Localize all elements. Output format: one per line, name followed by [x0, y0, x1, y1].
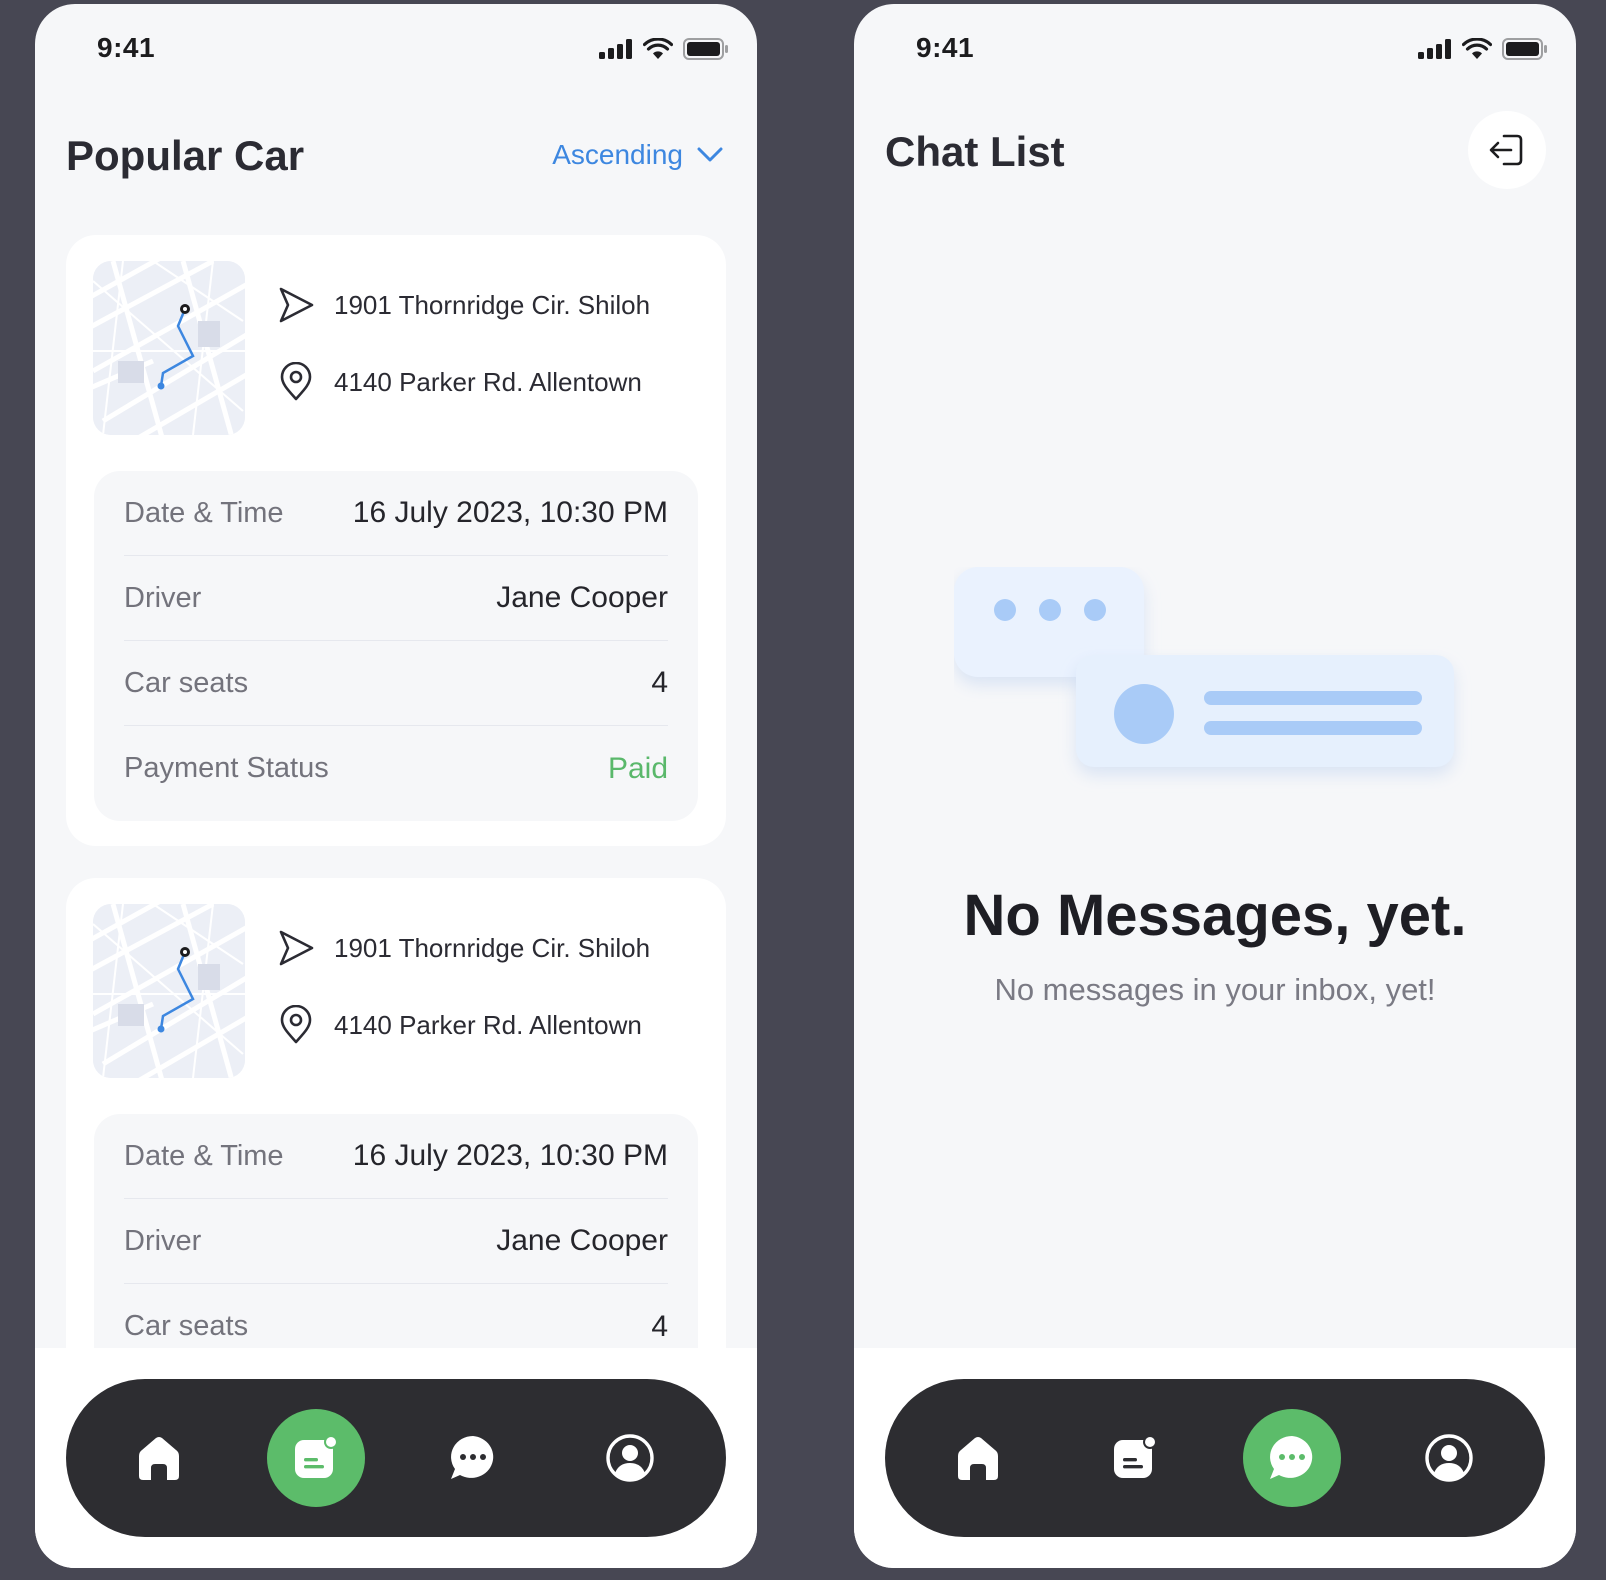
nav-home[interactable] — [110, 1409, 208, 1507]
detail-value: 16 July 2023, 10:30 PM — [352, 496, 668, 529]
wifi-icon — [1462, 38, 1492, 59]
origin-address: 1901 Thornridge Cir. Shiloh — [334, 932, 651, 963]
route: 1901 Thornridge Cir. Shiloh 4140 Parker … — [276, 285, 650, 402]
orders-icon — [1114, 1435, 1157, 1478]
detail-label: Car seats — [124, 666, 249, 699]
detail-row-driver: Driver Jane Cooper — [124, 1199, 668, 1284]
status-bar: 9:41 — [854, 4, 1576, 94]
sort-dropdown[interactable]: Ascending — [552, 139, 723, 171]
nav-orders[interactable] — [1086, 1409, 1184, 1507]
route-destination: 4140 Parker Rd. Allentown — [276, 362, 650, 402]
detail-row-seats: Car seats 4 — [124, 641, 668, 726]
detail-label: Driver — [124, 581, 202, 614]
status-bar: 9:41 — [35, 4, 757, 94]
popular-car-screen: 9:41 Popular Car Ascending 1901 Thornrid… — [35, 4, 757, 1568]
detail-value: 4 — [651, 1309, 668, 1343]
trip-details: Date & Time 16 July 2023, 10:30 PM Drive… — [94, 471, 698, 821]
navigation-arrow-icon — [276, 285, 316, 325]
battery-icon — [683, 38, 728, 60]
nav-orders[interactable] — [267, 1409, 365, 1507]
chat-icon — [1270, 1436, 1313, 1479]
trip-card[interactable]: 1901 Thornridge Cir. Shiloh 4140 Parker … — [66, 235, 726, 846]
detail-value: 16 July 2023, 10:30 PM — [352, 1139, 668, 1172]
route-map-thumbnail — [93, 904, 245, 1078]
route-map-thumbnail — [93, 261, 245, 435]
empty-chat-illustration — [954, 567, 1474, 817]
empty-state-subtitle: No messages in your inbox, yet! — [994, 972, 1436, 1007]
logout-button[interactable] — [1468, 111, 1546, 189]
route: 1901 Thornridge Cir. Shiloh 4140 Parker … — [276, 928, 650, 1045]
route-origin: 1901 Thornridge Cir. Shiloh — [276, 928, 650, 968]
route-destination: 4140 Parker Rd. Allentown — [276, 1005, 650, 1045]
detail-value: Jane Cooper — [496, 1224, 668, 1257]
status-time: 9:41 — [916, 32, 975, 63]
orders-icon — [295, 1435, 338, 1478]
nav-home[interactable] — [929, 1409, 1027, 1507]
wifi-icon — [643, 38, 673, 59]
location-pin-icon — [276, 1005, 316, 1045]
battery-icon — [1502, 38, 1547, 60]
detail-label: Date & Time — [124, 496, 284, 529]
origin-address: 1901 Thornridge Cir. Shiloh — [334, 289, 651, 320]
bottom-nav-area — [35, 1348, 757, 1568]
chat-icon — [451, 1436, 494, 1479]
bottom-nav — [885, 1379, 1545, 1537]
home-icon — [139, 1437, 179, 1480]
chevron-down-icon — [697, 147, 723, 162]
bottom-nav — [66, 1379, 726, 1537]
navigation-arrow-icon — [276, 928, 316, 968]
status-time: 9:41 — [97, 32, 156, 63]
nav-profile[interactable] — [1400, 1409, 1498, 1507]
location-pin-icon — [276, 362, 316, 402]
detail-label: Car seats — [124, 1310, 249, 1342]
detail-label: Payment Status — [124, 752, 329, 784]
signal-icon — [1418, 39, 1451, 59]
detail-value: Jane Cooper — [496, 581, 668, 614]
route-origin: 1901 Thornridge Cir. Shiloh — [276, 285, 650, 325]
home-icon — [958, 1437, 998, 1480]
detail-row-datetime: Date & Time 16 July 2023, 10:30 PM — [124, 471, 668, 556]
detail-label: Date & Time — [124, 1139, 284, 1172]
logout-icon — [1489, 134, 1523, 166]
destination-address: 4140 Parker Rd. Allentown — [334, 366, 642, 397]
sort-label: Ascending — [552, 139, 683, 170]
signal-icon — [599, 39, 632, 59]
chat-list-screen: 9:41 Chat List No Messages, yet. No mess… — [854, 4, 1576, 1568]
detail-value: 4 — [651, 666, 668, 699]
empty-state-title: No Messages, yet. — [963, 883, 1467, 948]
nav-chat[interactable] — [1243, 1409, 1341, 1507]
nav-profile[interactable] — [581, 1409, 679, 1507]
status-icons — [599, 38, 729, 60]
destination-address: 4140 Parker Rd. Allentown — [334, 1009, 642, 1040]
profile-icon — [1425, 1434, 1473, 1482]
nav-chat[interactable] — [424, 1409, 522, 1507]
detail-row-payment: Payment Status Paid — [124, 726, 668, 811]
payment-status-badge: Paid — [607, 751, 668, 785]
page-title: Popular Car — [66, 132, 305, 179]
detail-row-datetime: Date & Time 16 July 2023, 10:30 PM — [124, 1114, 668, 1199]
profile-icon — [606, 1434, 654, 1482]
status-icons — [1418, 38, 1548, 60]
page-title: Chat List — [885, 128, 1065, 175]
detail-label: Driver — [124, 1224, 202, 1257]
detail-row-driver: Driver Jane Cooper — [124, 556, 668, 641]
bottom-nav-area — [854, 1348, 1576, 1568]
